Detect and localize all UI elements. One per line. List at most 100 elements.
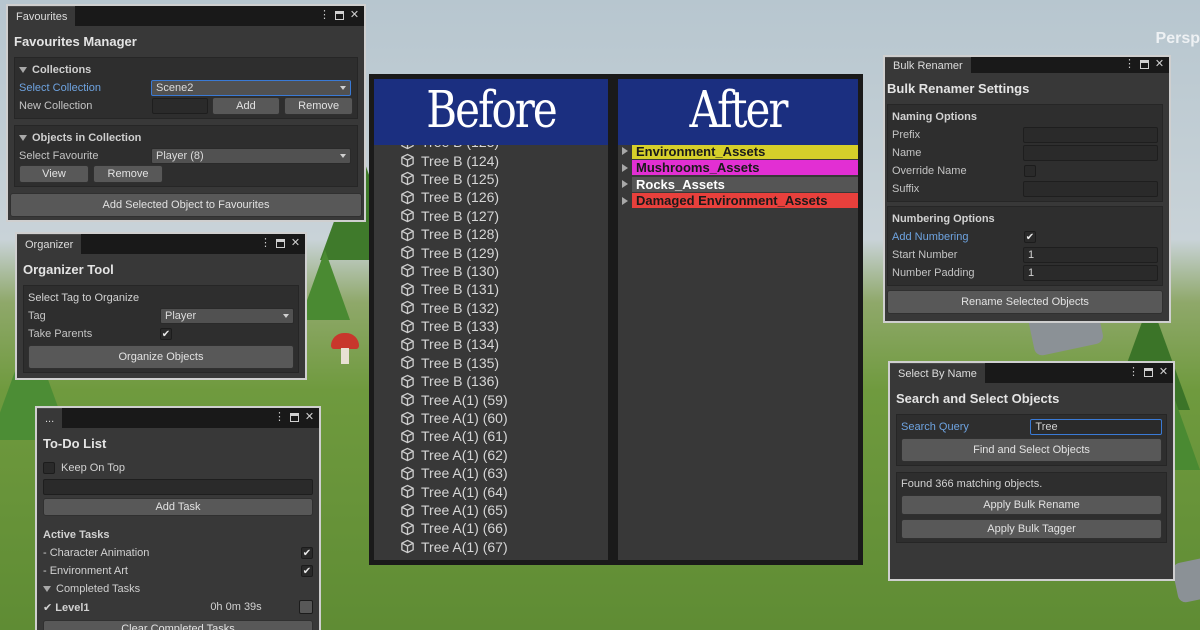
hierarchy-item[interactable]: Tree A(1) (64): [374, 482, 608, 500]
number-padding-input[interactable]: 1: [1022, 265, 1158, 281]
new-task-input[interactable]: [43, 479, 313, 495]
completed-task-checkbox[interactable]: [299, 600, 313, 614]
override-name-checkbox[interactable]: [1024, 165, 1036, 177]
hierarchy-item[interactable]: Tree B (133): [374, 317, 608, 335]
keep-on-top-checkbox[interactable]: [43, 462, 55, 474]
maximize-icon[interactable]: [276, 239, 285, 248]
maximize-icon[interactable]: [1144, 368, 1153, 377]
select-tag-label: Select Tag to Organize: [28, 292, 140, 304]
hierarchy-item[interactable]: Tree A(1) (67): [374, 538, 608, 556]
hierarchy-item-label: Tree A(1) (65): [421, 502, 508, 518]
foldout-right-icon[interactable]: [618, 180, 632, 189]
hierarchy-group-item[interactable]: Damaged Environment_Assets: [618, 193, 858, 210]
close-icon[interactable]: ✕: [290, 237, 301, 250]
tag-dropdown[interactable]: Player: [160, 308, 294, 324]
foldout-right-icon[interactable]: [618, 196, 632, 205]
hierarchy-item[interactable]: Tree A(1) (62): [374, 446, 608, 464]
task-item: - Character Animation: [43, 547, 150, 559]
close-icon[interactable]: ✕: [1158, 366, 1169, 379]
take-parents-checkbox[interactable]: ✔: [160, 328, 172, 340]
hierarchy-group-item[interactable]: Mushrooms_Assets: [618, 160, 858, 177]
add-task-button[interactable]: Add Task: [43, 498, 313, 516]
collections-header[interactable]: Collections: [19, 61, 353, 79]
hierarchy-item[interactable]: Tree B (135): [374, 354, 608, 372]
bulk-renamer-tabbar: Bulk Renamer ⋮ ✕: [885, 57, 1169, 73]
hierarchy-item[interactable]: Tree A(1) (59): [374, 390, 608, 408]
completed-tasks-header[interactable]: Completed Tasks: [43, 580, 313, 598]
more-options-icon[interactable]: ⋮: [1128, 366, 1139, 379]
prefix-input[interactable]: [1022, 127, 1158, 143]
hierarchy-item[interactable]: Tree B (132): [374, 299, 608, 317]
select-collection-dropdown[interactable]: Scene2: [151, 80, 351, 96]
more-options-icon[interactable]: ⋮: [274, 411, 285, 424]
bulk-renamer-tab[interactable]: Bulk Renamer: [885, 57, 971, 73]
remove-collection-button[interactable]: Remove: [284, 97, 354, 115]
find-and-select-button[interactable]: Find and Select Objects: [901, 438, 1162, 462]
maximize-icon[interactable]: [335, 11, 344, 20]
name-input[interactable]: [1022, 145, 1158, 161]
before-title: Before: [374, 79, 608, 145]
hierarchy-item[interactable]: Tree B (128): [374, 225, 608, 243]
hierarchy-item[interactable]: Tree B (126): [374, 188, 608, 206]
hierarchy-item[interactable]: Tree B (124): [374, 151, 608, 169]
select-favourite-dropdown[interactable]: Player (8): [151, 148, 351, 164]
bulk-renamer-title: Bulk Renamer Settings: [887, 81, 1030, 96]
task-complete-checkbox[interactable]: ✔: [301, 565, 313, 577]
hierarchy-item[interactable]: Tree B (129): [374, 243, 608, 261]
hierarchy-item-label: Tree A(1) (60): [421, 410, 508, 427]
foldout-right-icon[interactable]: [618, 147, 632, 156]
hierarchy-item-label: Tree B (127): [421, 207, 500, 224]
organize-objects-button[interactable]: Organize Objects: [28, 345, 294, 369]
favourites-tab[interactable]: Favourites: [8, 6, 76, 26]
select-by-name-tab[interactable]: Select By Name: [890, 363, 985, 383]
add-numbering-checkbox[interactable]: ✔: [1024, 231, 1036, 243]
hierarchy-item[interactable]: Tree B (130): [374, 262, 608, 280]
hierarchy-item[interactable]: Tree B (125): [374, 170, 608, 188]
task-complete-checkbox[interactable]: ✔: [301, 547, 313, 559]
suffix-input[interactable]: [1022, 181, 1158, 197]
clear-completed-button[interactable]: Clear Completed Tasks: [43, 620, 313, 630]
remove-favourite-button[interactable]: Remove: [93, 165, 163, 183]
apply-bulk-tagger-button[interactable]: Apply Bulk Tagger: [901, 519, 1162, 539]
hierarchy-item[interactable]: Tree A(1) (60): [374, 409, 608, 427]
more-options-icon[interactable]: ⋮: [1124, 58, 1135, 71]
close-icon[interactable]: ✕: [304, 411, 315, 424]
apply-bulk-rename-button[interactable]: Apply Bulk Rename: [901, 495, 1162, 515]
more-options-icon[interactable]: ⋮: [260, 237, 271, 250]
close-icon[interactable]: ✕: [349, 9, 360, 22]
search-query-input[interactable]: Tree: [1030, 419, 1162, 435]
persp-label[interactable]: Persp: [1156, 30, 1200, 48]
maximize-icon[interactable]: [290, 413, 299, 422]
collections-group: Collections Select Collection Scene2 New…: [14, 57, 358, 119]
hierarchy-item-label: Tree B (125): [421, 170, 500, 187]
hierarchy-item-label: Tree A(1) (64): [421, 483, 508, 500]
hierarchy-item[interactable]: Tree B (131): [374, 280, 608, 298]
foldout-right-icon[interactable]: [618, 163, 632, 172]
add-selected-to-favourites-button[interactable]: Add Selected Object to Favourites: [10, 193, 362, 217]
hierarchy-group-item[interactable]: Rocks_Assets: [618, 176, 858, 193]
cube-icon: [401, 227, 414, 241]
organizer-tab[interactable]: Organizer: [17, 234, 82, 254]
cube-icon: [401, 209, 414, 223]
hierarchy-item-label: Tree B (133): [421, 318, 500, 335]
view-button[interactable]: View: [19, 165, 89, 183]
add-collection-button[interactable]: Add: [211, 97, 281, 115]
hierarchy-item[interactable]: Tree B (136): [374, 372, 608, 390]
close-icon[interactable]: ✕: [1154, 58, 1165, 71]
hierarchy-item[interactable]: Tree A(1) (65): [374, 501, 608, 519]
new-collection-label: New Collection: [19, 100, 93, 112]
hierarchy-item[interactable]: Tree B (134): [374, 335, 608, 353]
before-hierarchy-list: Tree B (123)Tree B (124)Tree B (125)Tree…: [374, 133, 608, 556]
maximize-icon[interactable]: [1140, 60, 1149, 69]
todo-tab[interactable]: ...: [37, 408, 63, 428]
hierarchy-item[interactable]: Tree A(1) (63): [374, 464, 608, 482]
hierarchy-item[interactable]: Tree A(1) (61): [374, 427, 608, 445]
new-collection-input[interactable]: [152, 98, 208, 114]
hierarchy-item[interactable]: Tree B (127): [374, 207, 608, 225]
more-options-icon[interactable]: ⋮: [319, 9, 330, 22]
hierarchy-group-item[interactable]: Environment_Assets: [618, 143, 858, 160]
start-number-input[interactable]: 1: [1022, 247, 1158, 263]
hierarchy-item[interactable]: Tree A(1) (66): [374, 519, 608, 537]
objects-header[interactable]: Objects in Collection: [19, 129, 353, 147]
rename-selected-button[interactable]: Rename Selected Objects: [887, 290, 1163, 314]
